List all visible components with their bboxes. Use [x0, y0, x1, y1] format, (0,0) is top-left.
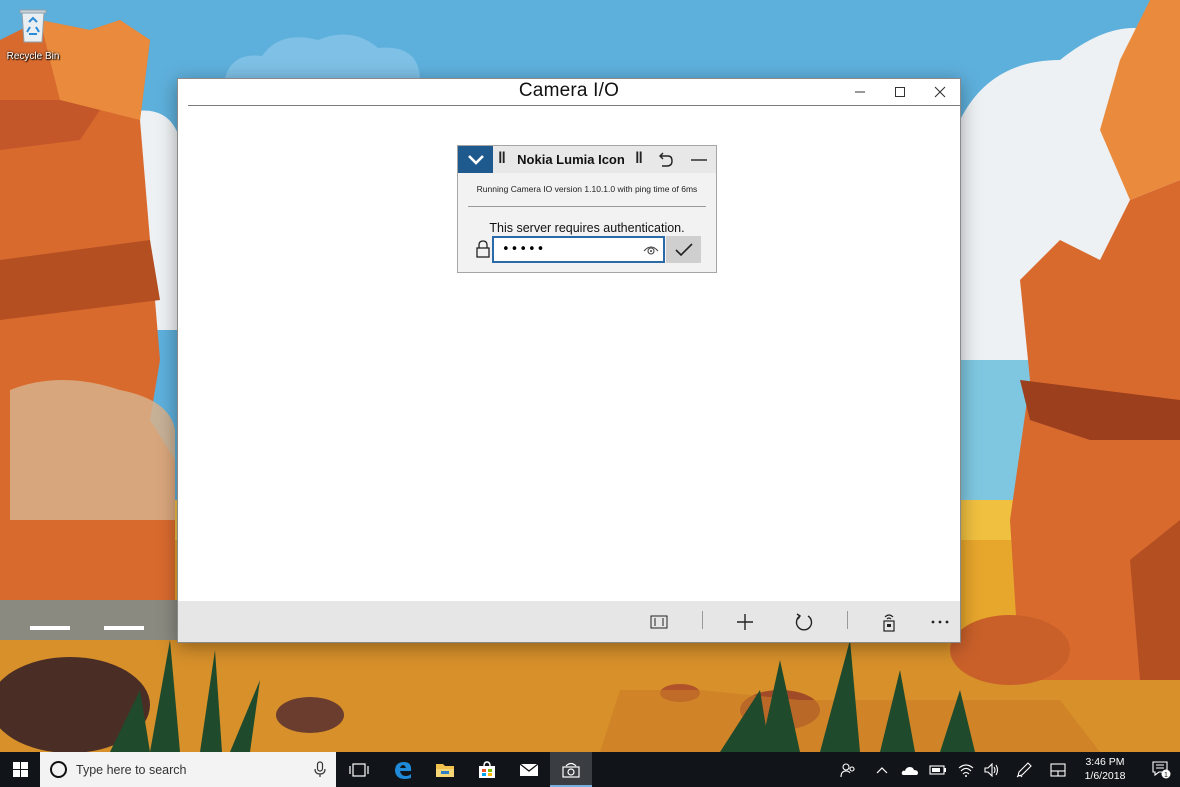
onedrive-icon [901, 766, 918, 775]
store-button[interactable] [466, 752, 508, 787]
card-divider [468, 206, 706, 207]
window-title: Camera I/O [518, 80, 620, 101]
windows-ink-button[interactable] [1014, 760, 1034, 779]
cortana-icon [50, 761, 67, 778]
taskbar-search-box[interactable]: Type here to search [40, 752, 336, 787]
tablet-mode-button[interactable] [1048, 760, 1068, 779]
people-icon [840, 762, 855, 777]
password-field[interactable] [492, 236, 665, 263]
clock-time: 3:46 PM [1085, 756, 1125, 768]
undo-icon [659, 152, 673, 167]
collapse-button[interactable] [684, 148, 714, 171]
password-input[interactable] [494, 238, 634, 261]
submit-password-button[interactable] [666, 236, 701, 263]
command-separator [702, 611, 703, 629]
lock-icon [476, 240, 490, 258]
fit-view-button[interactable] [644, 608, 674, 636]
edge-icon [395, 761, 412, 779]
command-separator [847, 611, 848, 629]
battery-button[interactable] [928, 760, 948, 779]
notifications-icon: 1 [1152, 760, 1171, 779]
device-name: Nokia Lumia Icon [517, 152, 625, 167]
reveal-password-icon[interactable] [643, 243, 659, 256]
remote-icon [883, 614, 895, 632]
taskbar: Type here to search 3:46 PM 1/6/2018 1 [0, 752, 1180, 787]
camera-io-icon [562, 762, 580, 778]
checkmark-icon [674, 242, 693, 256]
status-text: Running Camera IO version 1.10.1.0 with … [476, 184, 698, 194]
store-icon [479, 760, 495, 778]
chevron-down-icon [467, 154, 484, 165]
task-view-icon [349, 762, 369, 777]
mail-icon [519, 762, 539, 776]
onedrive-button[interactable] [900, 760, 920, 779]
remote-button[interactable] [874, 608, 904, 636]
network-button[interactable] [956, 760, 976, 779]
start-button[interactable] [0, 752, 40, 787]
drag-handle-icon[interactable]: ‖ [635, 150, 643, 168]
desktop-icon-recycle-bin[interactable]: Recycle Bin [2, 4, 64, 62]
add-button[interactable] [730, 608, 760, 636]
notification-count: 1 [1164, 772, 1168, 779]
battery-icon [929, 764, 946, 775]
wifi-icon [958, 763, 974, 777]
auth-message: This server requires authentication. [489, 221, 685, 235]
expand-button[interactable] [458, 146, 493, 173]
refresh-icon [795, 613, 813, 631]
undo-button[interactable] [650, 148, 680, 171]
file-explorer-icon [436, 763, 454, 777]
maximize-icon [895, 87, 905, 97]
clock-date: 1/6/2018 [1084, 770, 1126, 782]
window-titlebar[interactable]: Camera I/O [178, 79, 960, 107]
taskbar-clock[interactable]: 3:46 PM 1/6/2018 [1078, 755, 1132, 783]
close-icon [934, 86, 946, 98]
edge-button[interactable] [382, 752, 424, 787]
task-view-button[interactable] [338, 752, 380, 787]
minus-icon [691, 158, 707, 161]
add-icon [737, 614, 753, 630]
more-button[interactable] [925, 608, 955, 636]
windows-logo-icon [12, 762, 28, 777]
tablet-mode-icon [1050, 762, 1066, 777]
connection-card: ‖ Nokia Lumia Icon ‖ Running Camera IO v… [457, 145, 717, 273]
maximize-button[interactable] [885, 81, 915, 103]
command-bar [178, 601, 960, 642]
minimize-button[interactable] [845, 81, 875, 103]
camera-io-taskbar-button[interactable] [550, 752, 592, 787]
search-placeholder: Type here to search [76, 763, 187, 777]
show-hidden-icons-button[interactable] [872, 760, 892, 779]
people-button[interactable] [838, 760, 858, 779]
more-icon [931, 620, 949, 624]
pen-icon [1016, 761, 1032, 777]
microphone-icon[interactable] [314, 761, 326, 778]
refresh-button[interactable] [789, 608, 819, 636]
recycle-bin-label: Recycle Bin [6, 51, 60, 62]
card-header: ‖ Nokia Lumia Icon ‖ [458, 146, 716, 173]
fit-view-icon [650, 615, 668, 629]
volume-icon [984, 762, 999, 777]
title-divider [188, 105, 960, 106]
volume-button[interactable] [982, 760, 1002, 779]
close-button[interactable] [925, 81, 955, 103]
chevron-up-icon [876, 766, 888, 773]
drag-handle-icon[interactable]: ‖ [498, 150, 506, 168]
file-explorer-button[interactable] [424, 752, 466, 787]
camera-io-window: Camera I/O ‖ Nokia Lumia Icon ‖ Running … [177, 78, 961, 643]
recycle-bin-icon [19, 9, 47, 43]
action-center-button[interactable]: 1 [1142, 752, 1180, 787]
mail-button[interactable] [508, 752, 550, 787]
minimize-icon [855, 91, 865, 93]
